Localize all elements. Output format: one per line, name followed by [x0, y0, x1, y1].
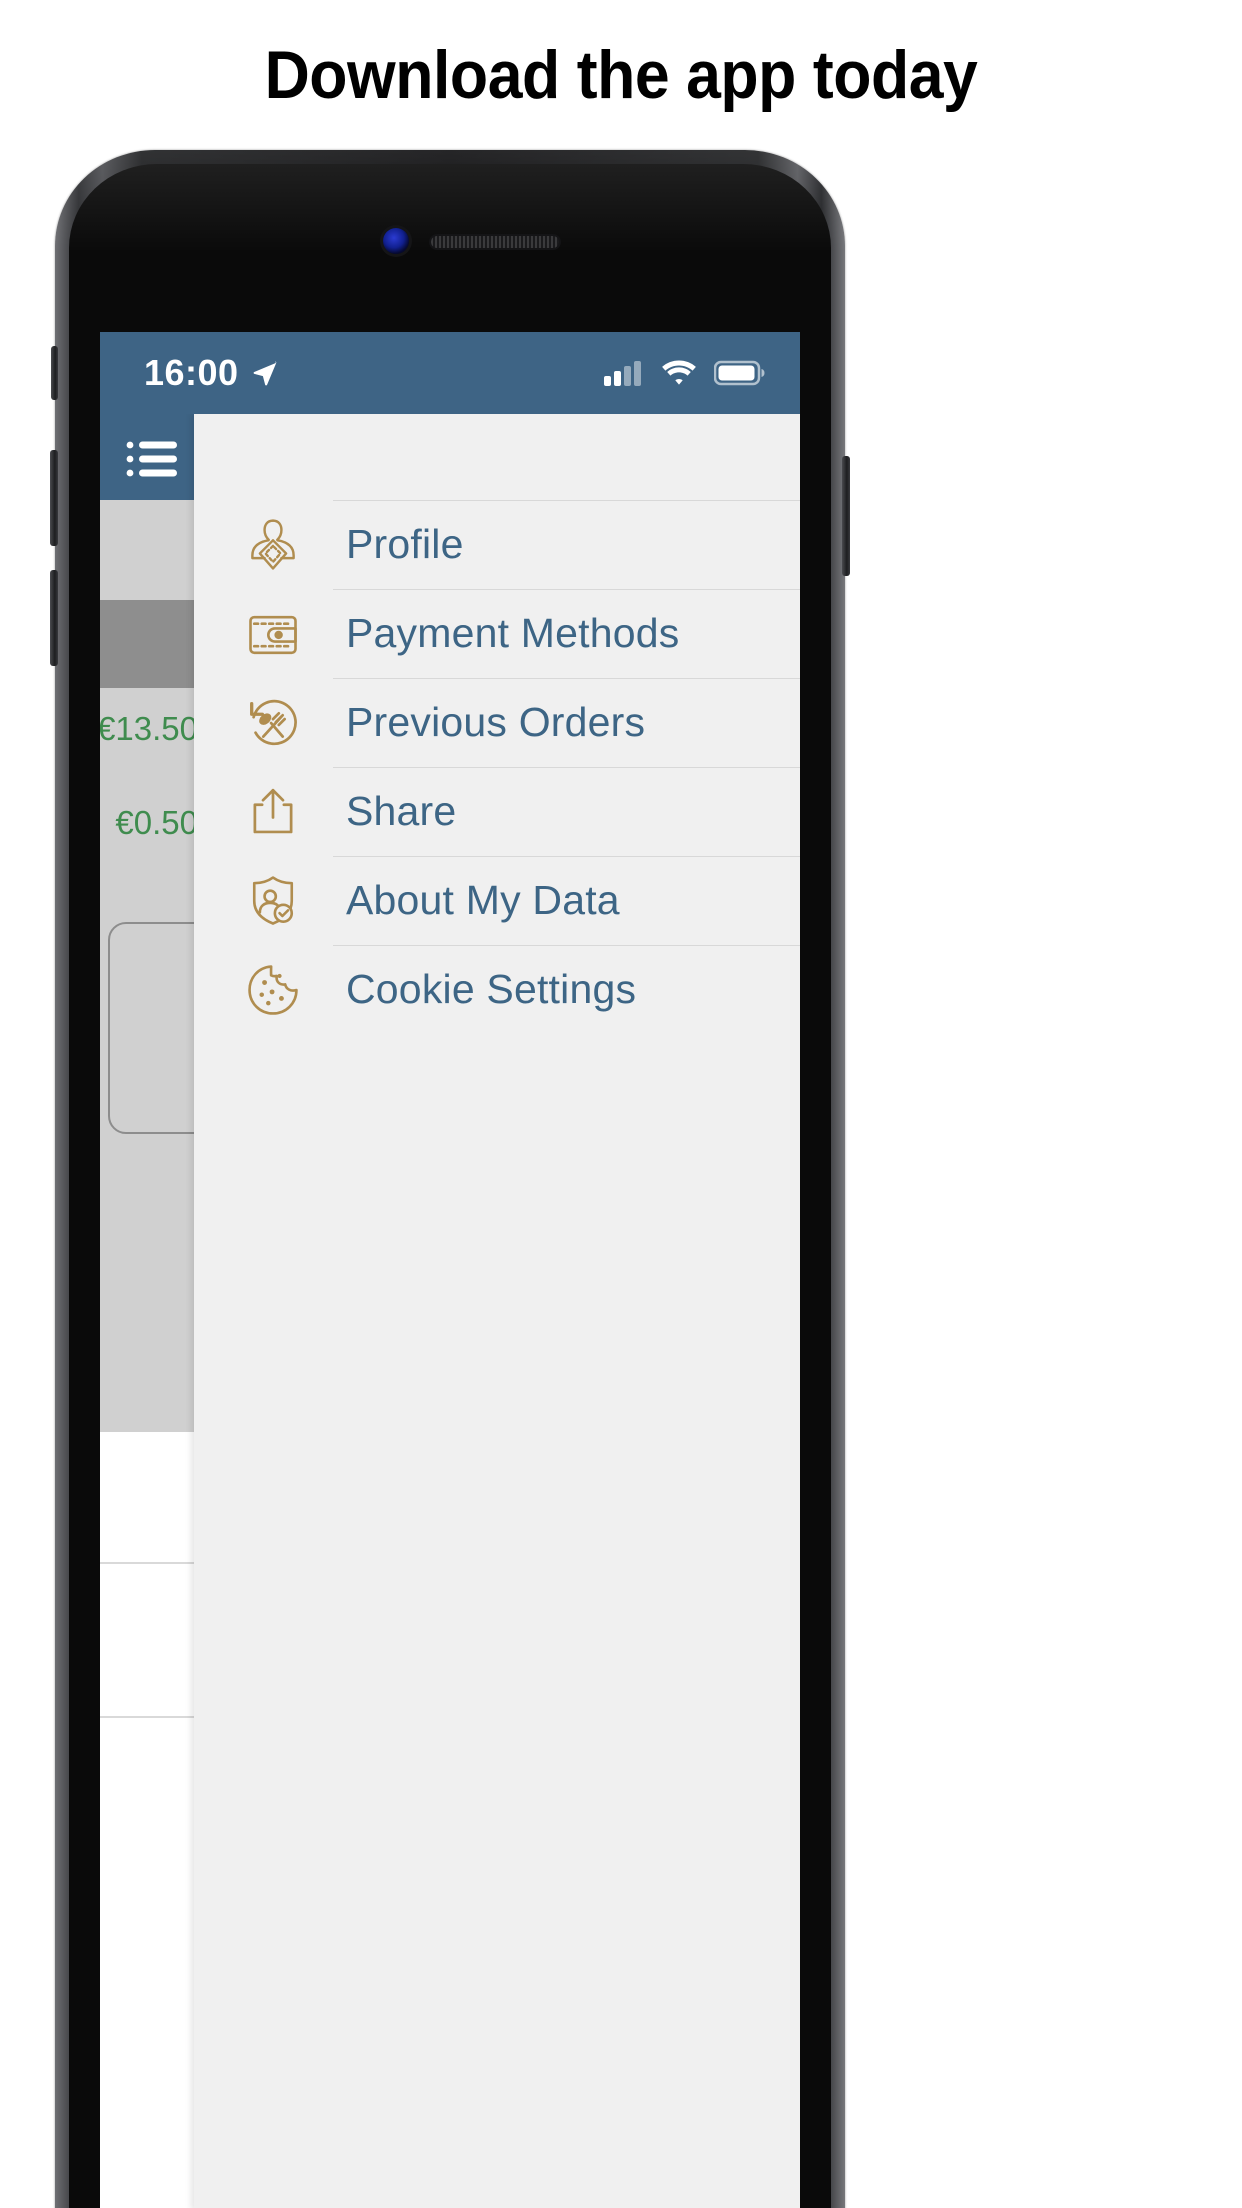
menu-item-profile[interactable]: Profile	[194, 500, 800, 589]
menu-item-about-my-data[interactable]: About My Data	[194, 856, 800, 945]
phone-device-frame: €13.50 €0.50 Profile Payment Methods Pre…	[50, 150, 850, 2208]
drawer-menu-list: Profile Payment Methods Previous Orders …	[194, 500, 800, 1034]
background-row-highlighted	[100, 600, 194, 688]
menu-item-cookie-settings[interactable]: Cookie Settings	[194, 945, 800, 1034]
page-title: Download the app today	[264, 37, 978, 113]
hamburger-list-icon[interactable]	[126, 440, 178, 478]
phone-screen: €13.50 €0.50 Profile Payment Methods Pre…	[100, 332, 800, 2208]
cookie-icon	[240, 957, 306, 1023]
wifi-icon	[662, 360, 696, 385]
menu-item-label: Payment Methods	[346, 610, 680, 656]
menu-item-previous-orders[interactable]: Previous Orders	[194, 678, 800, 767]
shield-person-check-icon	[240, 868, 306, 934]
background-row-price-1: €13.50	[100, 688, 198, 782]
hamburger-list-glyph	[126, 441, 177, 477]
background-app-content: €13.50 €0.50	[100, 500, 228, 2208]
silent-switch[interactable]	[51, 346, 58, 400]
status-bar: 16:00	[100, 332, 800, 414]
background-row	[100, 1132, 194, 1432]
battery-icon	[714, 360, 765, 386]
share-upload-icon	[240, 779, 306, 845]
screenshot-root: Download the app today €13.50 €0.50 Prof…	[0, 0, 1242, 2208]
status-bar-icons	[604, 359, 766, 387]
status-bar-time: 16:00	[144, 352, 239, 393]
front-camera-icon	[383, 228, 409, 254]
power-button[interactable]	[842, 456, 850, 576]
wallet-icon	[240, 601, 306, 667]
cellular-signal-icon	[604, 361, 641, 386]
status-bar-time-group: 16:00	[144, 352, 279, 394]
side-drawer-menu: Profile Payment Methods Previous Orders …	[194, 414, 800, 2208]
background-row-price-2: €0.50	[100, 782, 228, 1134]
menu-item-share[interactable]: Share	[194, 767, 800, 856]
menu-item-label: Cookie Settings	[346, 966, 637, 1012]
menu-item-payment-methods[interactable]: Payment Methods	[194, 589, 800, 678]
volume-down-button[interactable]	[50, 570, 58, 666]
background-price-2: €0.50	[115, 804, 198, 841]
menu-item-label: Previous Orders	[346, 699, 646, 745]
location-arrow-icon	[253, 361, 276, 386]
earpiece-speaker	[431, 236, 559, 248]
volume-up-button[interactable]	[50, 450, 58, 546]
background-price-1: €13.50	[100, 710, 198, 747]
menu-item-label: About My Data	[346, 877, 620, 923]
menu-item-label: Profile	[346, 521, 464, 567]
profile-person-icon	[240, 512, 306, 578]
background-row	[100, 500, 194, 600]
cutlery-refresh-icon	[240, 690, 306, 756]
menu-item-label: Share	[346, 788, 457, 834]
